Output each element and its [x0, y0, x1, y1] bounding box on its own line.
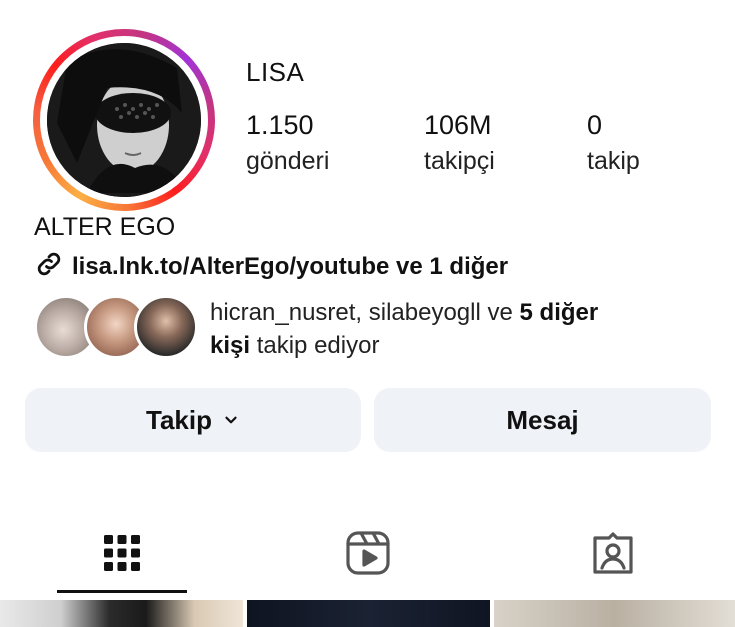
stat-followers-label: takipçi — [424, 147, 495, 175]
stat-posts-label: gönderi — [246, 147, 330, 175]
stat-followers[interactable]: 106M takipçi — [424, 110, 495, 176]
stat-following-label: takip — [587, 147, 640, 175]
stat-following[interactable]: 0 takip — [587, 110, 640, 176]
post-thumbnail[interactable] — [0, 600, 243, 627]
follow-button[interactable]: Takip — [25, 388, 361, 452]
chevron-down-icon — [222, 405, 240, 436]
avatar[interactable] — [47, 43, 201, 197]
bio-link-text: lisa.lnk.to/AlterEgo/youtube ve 1 diğer — [72, 253, 509, 280]
follower-avatar — [134, 295, 198, 359]
tagged-icon — [590, 530, 636, 581]
avatar-image — [47, 43, 201, 197]
tab-reels[interactable] — [278, 510, 458, 600]
reels-icon — [345, 530, 391, 581]
message-button-label: Mesaj — [506, 404, 579, 435]
followed-by-others-2: kişi — [210, 332, 251, 359]
stat-posts[interactable]: 1.150 gönderi — [246, 110, 329, 176]
grid-icon — [102, 533, 142, 578]
post-thumbnail[interactable] — [494, 600, 735, 627]
stat-posts-count: 1.150 — [246, 110, 314, 140]
followed-by-names: hicran_nusret, silabeyogll — [210, 299, 481, 326]
bio-link[interactable]: lisa.lnk.to/AlterEgo/youtube ve 1 diğer — [34, 252, 508, 282]
tab-posts-grid[interactable] — [32, 510, 212, 600]
stat-followers-count: 106M — [424, 110, 492, 140]
link-icon — [34, 249, 64, 286]
active-tab-indicator — [57, 590, 187, 593]
followed-by-text[interactable]: hicran_nusret, silabeyogll ve 5 diğer ki… — [210, 296, 710, 362]
followed-by-connector: ve — [480, 299, 520, 326]
message-button[interactable]: Mesaj — [374, 388, 711, 452]
tab-tagged[interactable] — [523, 510, 703, 600]
stat-following-count: 0 — [587, 110, 603, 140]
followed-by-others: 5 diğer — [519, 299, 599, 326]
bio-name: ALTER EGO — [34, 213, 176, 241]
profile-username: LISA — [246, 57, 305, 87]
follow-button-label: Takip — [146, 404, 212, 435]
followed-by-suffix: takip ediyor — [250, 332, 380, 359]
post-thumbnail[interactable] — [247, 600, 490, 627]
